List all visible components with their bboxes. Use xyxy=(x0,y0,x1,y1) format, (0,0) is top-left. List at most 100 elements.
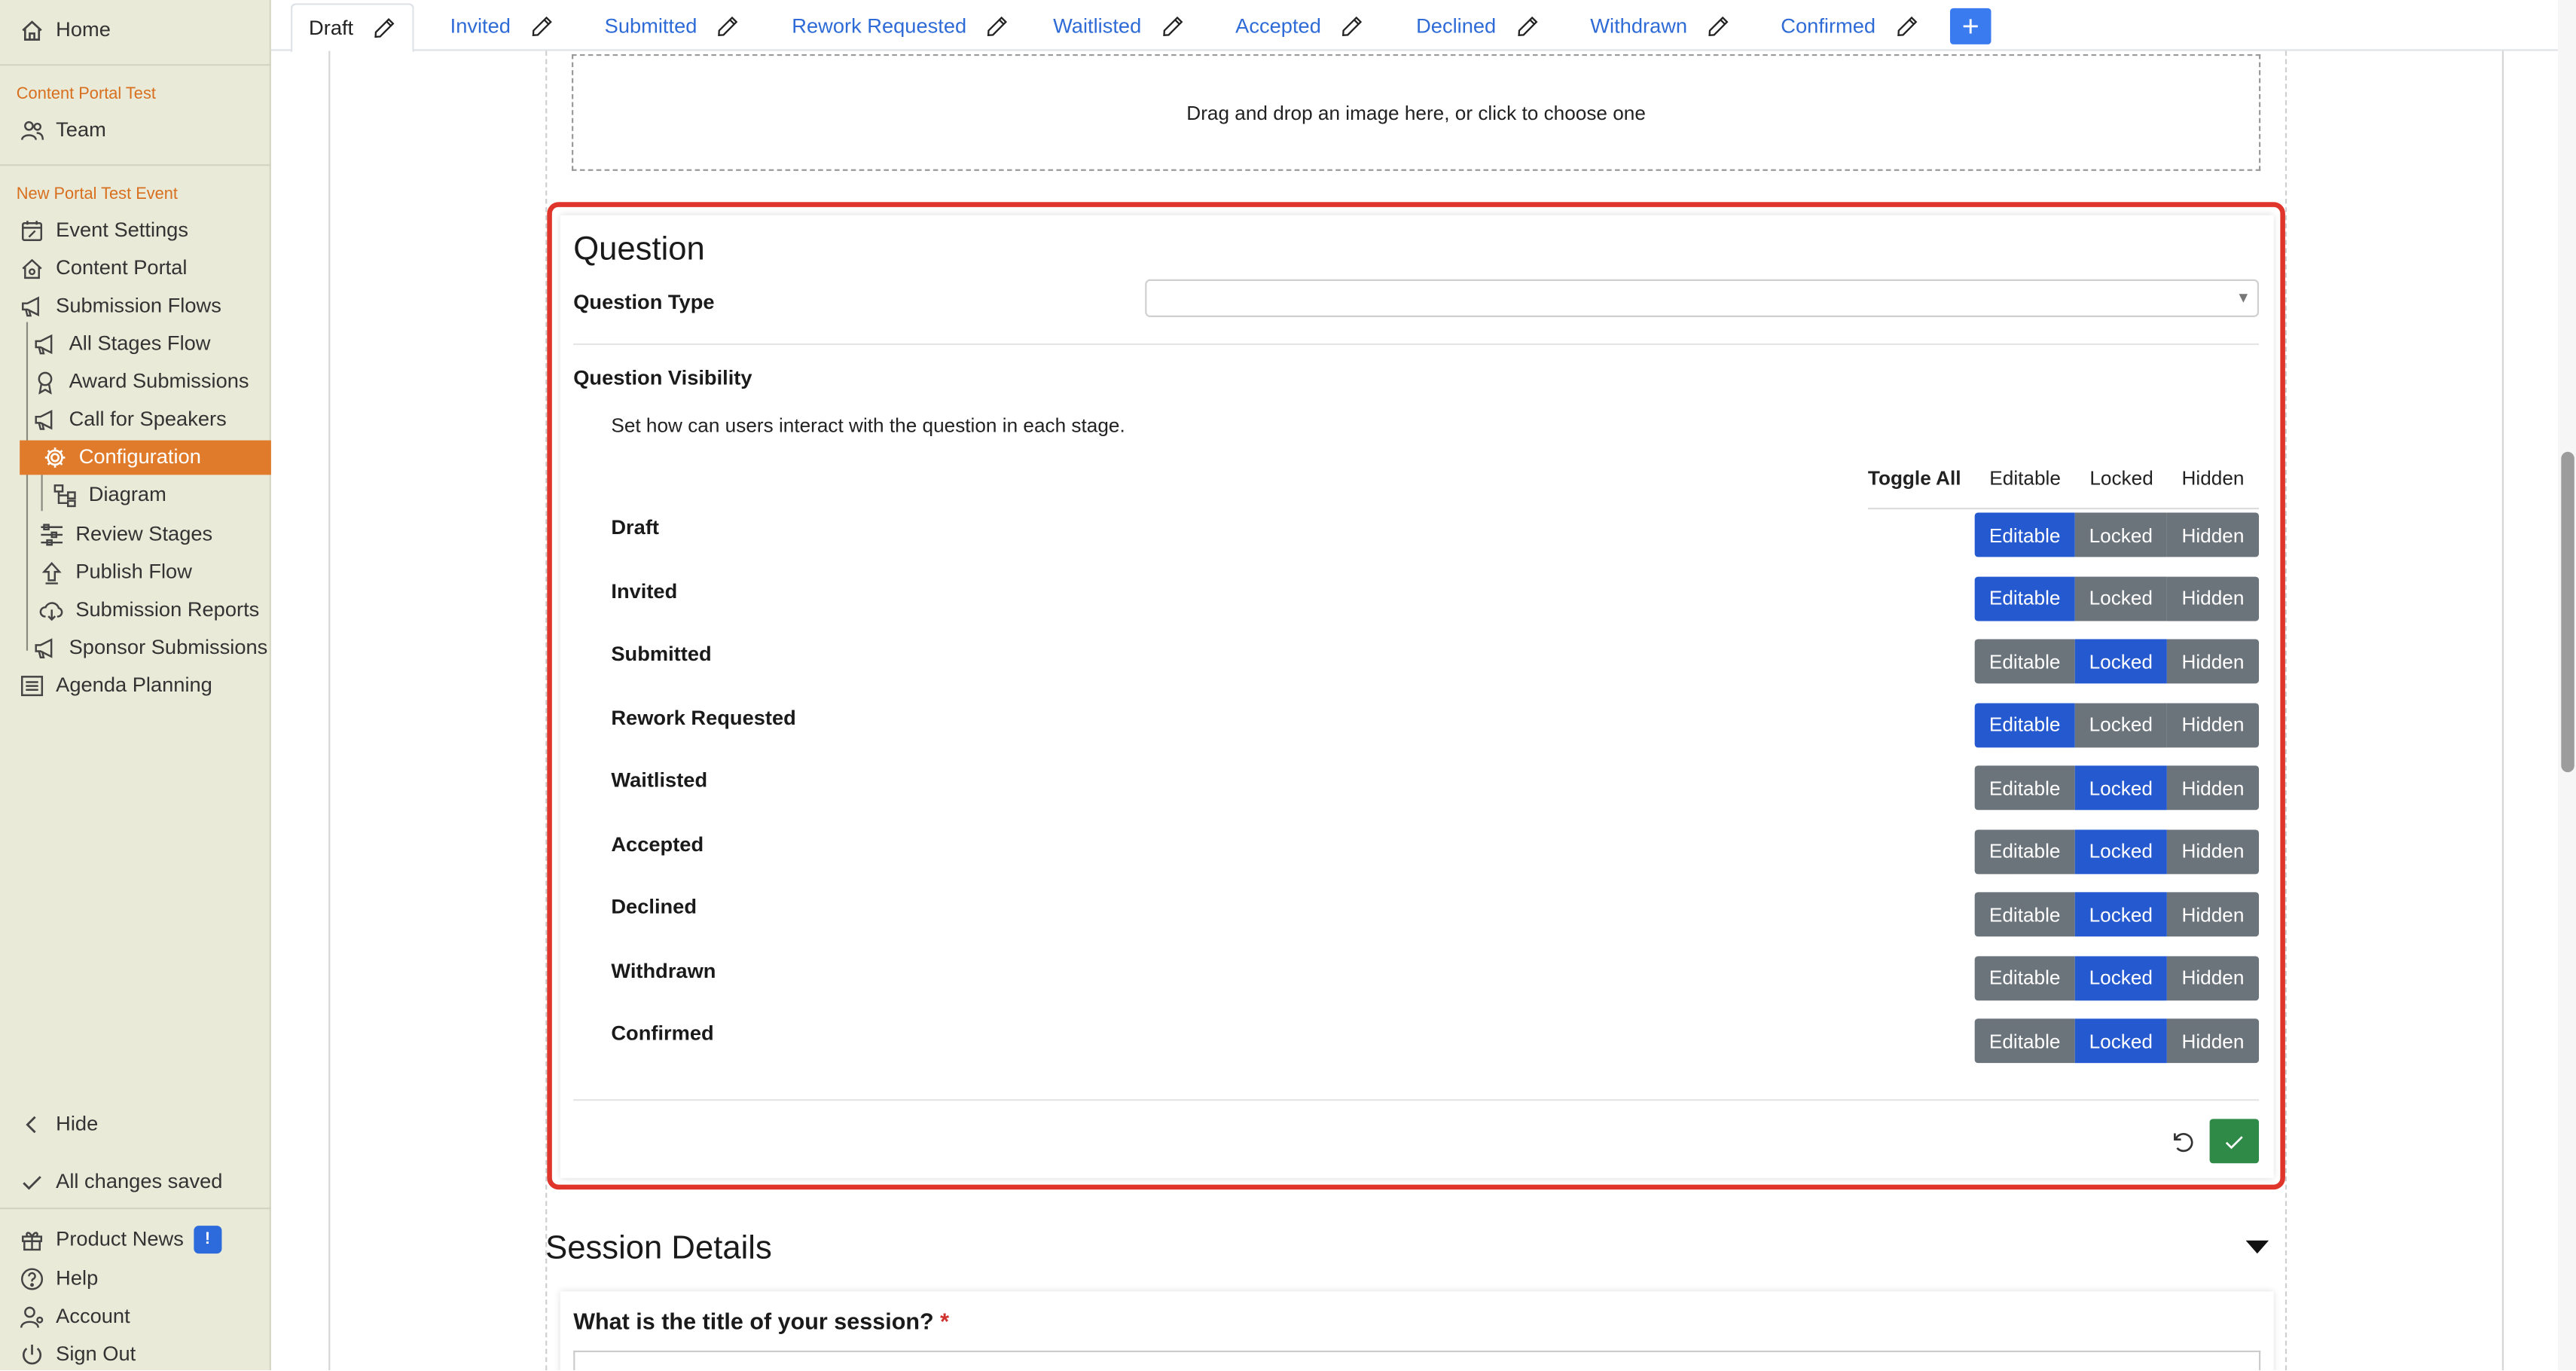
pencil-icon[interactable] xyxy=(373,17,396,40)
tab-withdrawn[interactable]: Withdrawn xyxy=(1573,3,1746,49)
session-title-input[interactable] xyxy=(573,1350,2261,1371)
pencil-icon[interactable] xyxy=(1161,15,1184,38)
pencil-icon[interactable] xyxy=(1515,15,1539,38)
tab-invited[interactable]: Invited xyxy=(434,3,570,49)
tab-rework-requested[interactable]: Rework Requested xyxy=(775,3,1025,49)
megaphone-icon xyxy=(29,330,59,356)
pencil-icon[interactable] xyxy=(986,15,1009,38)
hidden-option-button[interactable]: Hidden xyxy=(2166,955,2260,1000)
hidden-option-button[interactable]: Hidden xyxy=(2166,512,2260,557)
locked-option-button[interactable]: Locked xyxy=(2074,512,2167,557)
sidebar-item-account[interactable]: Account xyxy=(17,1299,130,1333)
hidden-option-button[interactable]: Hidden xyxy=(2166,576,2260,621)
visibility-toggle-group: Editable Locked Hidden xyxy=(1974,639,2260,684)
sidebar-item-label: Help xyxy=(56,1266,99,1290)
question-type-label: Question Type xyxy=(573,291,715,314)
scrollbar-thumb[interactable] xyxy=(2561,451,2574,773)
locked-option-button[interactable]: Locked xyxy=(2074,639,2167,684)
sidebar-item-call-for-speakers[interactable]: Call for Speakers xyxy=(29,402,227,435)
stage-tab-bar: Draft Invited Submitted Rework Requested… xyxy=(270,0,2558,53)
question-title: Question xyxy=(573,231,705,268)
sidebar-item-team[interactable]: Team xyxy=(17,113,106,146)
home-icon xyxy=(17,17,46,43)
sidebar-item-label: All Stages Flow xyxy=(69,331,211,356)
tab-accepted[interactable]: Accepted xyxy=(1219,3,1380,49)
pencil-icon[interactable] xyxy=(530,15,554,38)
hidden-option-button[interactable]: Hidden xyxy=(2166,702,2260,747)
required-marker: * xyxy=(940,1308,950,1335)
hide-sidebar-button[interactable]: Hide xyxy=(17,1107,98,1140)
editable-option-button[interactable]: Editable xyxy=(1974,892,2075,937)
sidebar-item-label: Submission Reports xyxy=(75,597,260,621)
editable-option-button[interactable]: Editable xyxy=(1974,702,2075,747)
pencil-icon[interactable] xyxy=(1895,15,1918,38)
sidebar-item-help[interactable]: Help xyxy=(17,1262,98,1295)
editable-option-button[interactable]: Editable xyxy=(1974,1018,2075,1064)
sidebar-item-sponsor-submissions[interactable]: Sponsor Submissions xyxy=(29,631,267,664)
megaphone-icon xyxy=(29,634,59,661)
megaphone-icon xyxy=(29,406,59,432)
pencil-icon[interactable] xyxy=(1341,15,1364,38)
hidden-option-button[interactable]: Hidden xyxy=(2166,639,2260,684)
sidebar-item-diagram[interactable]: Diagram xyxy=(49,478,166,511)
caret-down-icon: ▼ xyxy=(2236,289,2251,306)
sidebar-item-award-submissions[interactable]: Award Submissions xyxy=(29,365,249,398)
sidebar-item-all-stages-flow[interactable]: All Stages Flow xyxy=(29,327,211,360)
locked-option-button[interactable]: Locked xyxy=(2074,576,2167,621)
visibility-toggle-group: Editable Locked Hidden xyxy=(1974,955,2260,1000)
image-dropzone[interactable]: Drag and drop an image here, or click to… xyxy=(572,53,2261,171)
sidebar-item-label: Team xyxy=(56,118,106,142)
hidden-option-button[interactable]: Hidden xyxy=(2166,829,2260,874)
visibility-toggle-group: Editable Locked Hidden xyxy=(1974,765,2260,811)
divider xyxy=(1867,507,2260,510)
toggle-all-label: Toggle All xyxy=(1867,466,1961,490)
checkmark-icon xyxy=(17,1168,46,1195)
pencil-icon[interactable] xyxy=(717,15,740,38)
sidebar-item-sign-out[interactable]: Sign Out xyxy=(17,1337,136,1370)
pencil-icon[interactable] xyxy=(1707,15,1730,38)
add-stage-button[interactable]: + xyxy=(1949,8,1992,44)
sidebar-item-submission-flows[interactable]: Submission Flows xyxy=(17,289,221,322)
toggle-all-locked[interactable]: Locked xyxy=(2089,466,2153,490)
question-type-select[interactable]: ▼ xyxy=(1145,279,2260,317)
sidebar-item-home[interactable]: Home xyxy=(17,13,111,46)
editable-option-button[interactable]: Editable xyxy=(1974,829,2075,874)
toggle-all-hidden[interactable]: Hidden xyxy=(2182,466,2245,490)
sidebar-item-event-settings[interactable]: Event Settings xyxy=(17,214,188,247)
undo-button[interactable] xyxy=(2165,1124,2199,1157)
hidden-option-button[interactable]: Hidden xyxy=(2166,765,2260,811)
locked-option-button[interactable]: Locked xyxy=(2074,702,2167,747)
tab-waitlisted[interactable]: Waitlisted xyxy=(1036,3,1200,49)
tab-submitted[interactable]: Submitted xyxy=(588,3,756,49)
locked-option-button[interactable]: Locked xyxy=(2074,829,2167,874)
sidebar-item-agenda-planning[interactable]: Agenda Planning xyxy=(17,669,212,702)
sidebar-item-review-stages[interactable]: Review Stages xyxy=(36,518,212,551)
collapse-caret-icon[interactable] xyxy=(2245,1240,2269,1254)
tab-declined[interactable]: Declined xyxy=(1399,3,1555,49)
editable-option-button[interactable]: Editable xyxy=(1974,639,2075,684)
sidebar: Home Content Portal Test Team New Portal… xyxy=(0,0,271,1371)
tab-draft[interactable]: Draft xyxy=(291,3,414,53)
toggle-all-editable[interactable]: Editable xyxy=(1989,466,2061,490)
sidebar-item-configuration[interactable]: Configuration xyxy=(39,441,201,474)
sidebar-item-content-portal[interactable]: Content Portal xyxy=(17,252,187,285)
locked-option-button[interactable]: Locked xyxy=(2074,765,2167,811)
save-question-button[interactable] xyxy=(2209,1119,2260,1164)
editable-option-button[interactable]: Editable xyxy=(1974,576,2075,621)
tab-confirmed[interactable]: Confirmed xyxy=(1765,3,1935,49)
hidden-option-button[interactable]: Hidden xyxy=(2166,1018,2260,1064)
locked-option-button[interactable]: Locked xyxy=(2074,955,2167,1000)
sidebar-item-publish-flow[interactable]: Publish Flow xyxy=(36,555,192,588)
editable-option-button[interactable]: Editable xyxy=(1974,512,2075,557)
sidebar-item-submission-reports[interactable]: Submission Reports xyxy=(36,593,259,626)
hidden-option-button[interactable]: Hidden xyxy=(2166,892,2260,937)
locked-option-button[interactable]: Locked xyxy=(2074,892,2167,937)
sidebar-item-label: Submission Flows xyxy=(56,294,221,317)
sidebar-item-product-news[interactable]: Product News ! xyxy=(17,1223,222,1256)
locked-option-button[interactable]: Locked xyxy=(2074,1018,2167,1064)
award-icon xyxy=(29,368,59,395)
editable-option-button[interactable]: Editable xyxy=(1974,765,2075,811)
sidebar-item-label: Event Settings xyxy=(56,218,188,242)
megaphone-icon xyxy=(17,292,46,319)
editable-option-button[interactable]: Editable xyxy=(1974,955,2075,1000)
